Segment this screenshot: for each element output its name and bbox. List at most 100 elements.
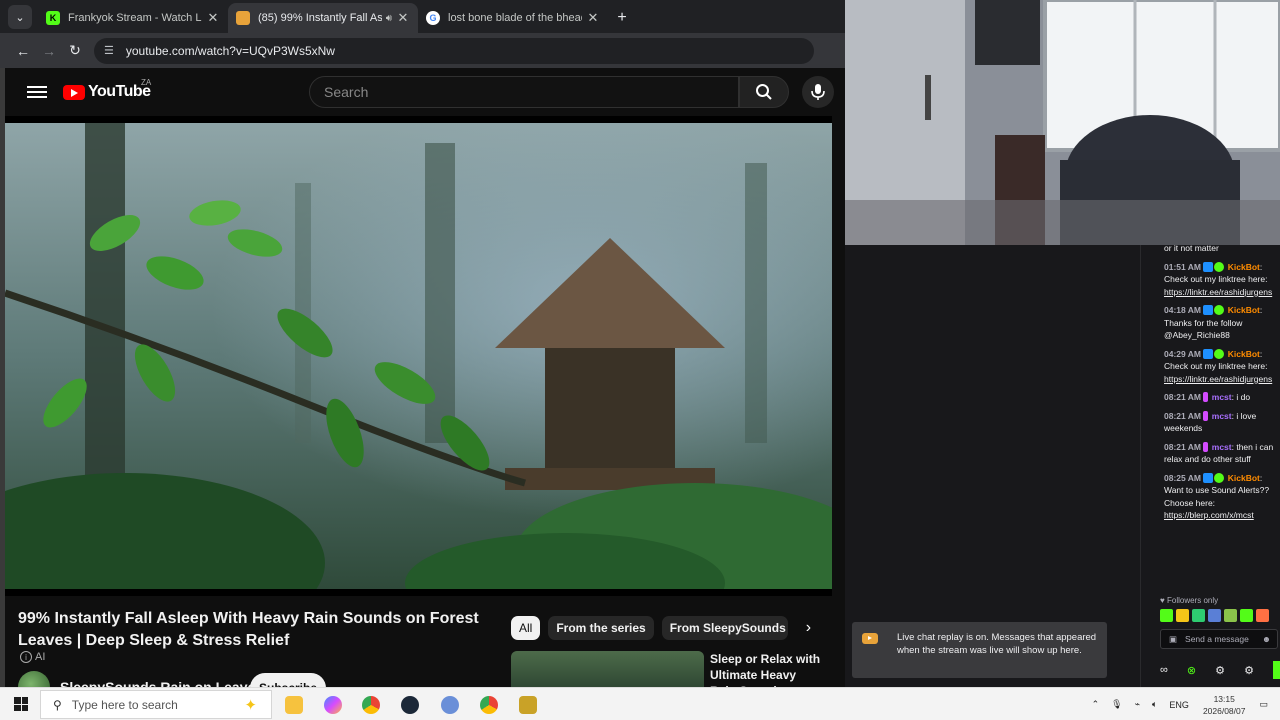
close-icon[interactable]: ✕ bbox=[206, 10, 220, 26]
forward-button[interactable]: → bbox=[36, 43, 62, 59]
message-user[interactable]: KickBot bbox=[1228, 305, 1260, 315]
message-user[interactable]: KickBot bbox=[1228, 473, 1260, 483]
chat-log[interactable]: or it not matter 01:51 AM KickBot: Check… bbox=[1164, 245, 1278, 528]
message-user[interactable]: mcst bbox=[1212, 442, 1232, 452]
settings-icon[interactable]: ⚙ bbox=[1244, 664, 1254, 677]
message-text: Check out my linktree here: bbox=[1164, 361, 1268, 371]
search-icon bbox=[756, 84, 772, 100]
clock[interactable]: 13:15 2026/08/07 bbox=[1203, 693, 1246, 717]
youtube-logo[interactable]: YouTube ZA bbox=[63, 78, 151, 101]
site-settings-icon[interactable]: ☰ bbox=[104, 44, 114, 57]
recommendation-chips: All From the series From SleepySounds Ra… bbox=[511, 616, 811, 640]
info-icon: i bbox=[20, 651, 32, 663]
emote-bar bbox=[1160, 609, 1272, 622]
kick-icon[interactable]: ⊗ bbox=[1187, 664, 1196, 677]
search-placeholder: Search bbox=[324, 84, 369, 100]
chat-send-button[interactable] bbox=[1273, 661, 1280, 679]
user-badge-icon bbox=[1203, 441, 1209, 452]
microphone-icon[interactable]: 🎙︎ bbox=[1111, 699, 1122, 710]
bot-badge-icon bbox=[1203, 348, 1214, 359]
emote-icon[interactable] bbox=[1208, 609, 1221, 622]
network-icon[interactable]: ⌁ bbox=[1135, 699, 1140, 710]
game-app-icon[interactable] bbox=[519, 696, 537, 714]
chevron-up-icon[interactable]: ⌃ bbox=[1092, 699, 1100, 710]
chat-mode-icon[interactable]: ▣ bbox=[1169, 634, 1177, 645]
taskbar-search-placeholder: Type here to search bbox=[71, 697, 178, 712]
emote-icon[interactable] bbox=[1240, 609, 1253, 622]
chip-from-series[interactable]: From the series bbox=[548, 616, 654, 640]
volume-icon[interactable]: 🔈︎ bbox=[1152, 699, 1157, 710]
chevron-right-icon[interactable]: › bbox=[806, 619, 811, 637]
close-icon[interactable]: ✕ bbox=[586, 10, 600, 26]
tab-kick-stream[interactable]: K Frankyok Stream - Watch Live o ✕ bbox=[38, 3, 228, 33]
gear-icon[interactable]: ⚙ bbox=[1215, 664, 1225, 677]
sparkle-icon: ✦ bbox=[244, 696, 257, 714]
clock-date: 2026/08/07 bbox=[1202, 705, 1246, 716]
notification-icon[interactable]: ▭ bbox=[1259, 699, 1268, 710]
chrome-icon[interactable] bbox=[362, 696, 380, 714]
language-indicator[interactable]: ENG bbox=[1169, 700, 1189, 710]
chip-from-channel[interactable]: From SleepySounds Ra bbox=[661, 616, 788, 640]
chip-all[interactable]: All bbox=[511, 616, 541, 640]
bot-badge-icon bbox=[1203, 305, 1214, 315]
emote-icon[interactable] bbox=[1224, 609, 1237, 622]
message-user[interactable]: mcst bbox=[1212, 411, 1232, 421]
video-title: 99% Instantly Fall Asleep With Heavy Rai… bbox=[18, 610, 479, 649]
message-link[interactable]: https://linktr.ee/rashidjurgens bbox=[1164, 374, 1272, 384]
emote-icon[interactable] bbox=[1192, 609, 1205, 622]
message-time: 08:25 AM bbox=[1164, 472, 1202, 483]
browser-tab-bar: ⌄ K Frankyok Stream - Watch Live o ✕ (85… bbox=[0, 0, 845, 33]
message-user[interactable]: KickBot bbox=[1228, 349, 1260, 359]
message-link[interactable]: https://linktr.ee/rashidjurgens bbox=[1164, 287, 1272, 297]
verified-badge-icon bbox=[1214, 348, 1225, 359]
message-user[interactable]: mcst bbox=[1212, 392, 1232, 402]
tab-search-button[interactable]: ⌄ bbox=[8, 5, 32, 29]
chat-message: 08:25 AM KickBot: Want to use Sound Aler… bbox=[1164, 472, 1270, 520]
verified-badge-icon bbox=[1214, 472, 1225, 483]
message-time: 04:18 AM bbox=[1164, 305, 1202, 315]
video-player[interactable] bbox=[5, 116, 832, 596]
emote-icon[interactable] bbox=[1160, 609, 1173, 622]
close-icon[interactable]: ✕ bbox=[396, 10, 410, 26]
address-bar[interactable]: ☰ youtube.com/watch?v=UQvP3Ws5xNw bbox=[94, 37, 814, 64]
reload-button[interactable]: ↻ bbox=[62, 42, 88, 59]
copilot-icon[interactable] bbox=[324, 696, 342, 714]
menu-icon[interactable] bbox=[27, 83, 47, 101]
steam-icon[interactable] bbox=[401, 696, 419, 714]
message-link[interactable]: https://blerp.com/x/mcst bbox=[1164, 510, 1254, 520]
chrome-profile-icon[interactable] bbox=[480, 696, 498, 714]
tab-title: lost bone blade of the bheaded bbox=[448, 12, 582, 24]
replay-notice: Live chat replay is on. Messages that ap… bbox=[852, 622, 1107, 678]
speaker-icon[interactable]: 🔊︎ bbox=[386, 13, 392, 24]
chat-panel: or it not matter 01:51 AM KickBot: Check… bbox=[1141, 245, 1280, 687]
chat-message: 04:18 AM KickBot: Thanks for the follow … bbox=[1164, 305, 1263, 340]
chat-input-placeholder: Send a message bbox=[1185, 634, 1249, 644]
video-thumbnail[interactable] bbox=[511, 651, 704, 691]
ai-badge[interactable]: i AI bbox=[20, 651, 45, 663]
file-explorer-icon[interactable] bbox=[285, 696, 303, 714]
emoji-icon[interactable]: ☻ bbox=[1262, 634, 1271, 644]
new-tab-button[interactable]: + bbox=[608, 9, 636, 27]
taskbar-search-input[interactable]: ⚲ Type here to search ✦ bbox=[40, 690, 272, 719]
bot-badge-icon bbox=[1203, 472, 1214, 483]
emote-icon[interactable] bbox=[1176, 609, 1189, 622]
tab-google-search[interactable]: G lost bone blade of the bheaded ✕ bbox=[418, 3, 608, 33]
search-button[interactable] bbox=[739, 76, 789, 108]
chat-message-input[interactable]: ▣ Send a message ☻ bbox=[1160, 629, 1278, 649]
voice-search-button[interactable] bbox=[802, 76, 834, 108]
chat-message: 04:29 AM KickBot: Check out my linktree … bbox=[1164, 348, 1273, 384]
microphone-icon bbox=[811, 84, 825, 100]
back-button[interactable]: ← bbox=[10, 43, 36, 59]
youtube-icon bbox=[862, 633, 878, 644]
emote-icon[interactable] bbox=[1256, 609, 1269, 622]
windows-start-icon[interactable] bbox=[14, 697, 28, 711]
windows-taskbar: ⚲ Type here to search ✦ ⌃ 🎙︎ ⌁ 🔈︎ ENG 13… bbox=[0, 687, 1280, 720]
tab-youtube[interactable]: (85) 99% Instantly Fall Asle 🔊︎ ✕ bbox=[228, 3, 418, 33]
message-user[interactable]: KickBot bbox=[1228, 262, 1260, 272]
google-icon: G bbox=[426, 11, 440, 25]
chat-message-fragment: or it not matter bbox=[1164, 245, 1219, 253]
search-input[interactable]: Search bbox=[309, 76, 739, 108]
message-text: i do bbox=[1236, 392, 1251, 402]
points-icon[interactable]: ∞ bbox=[1160, 664, 1168, 676]
snipping-tool-icon[interactable] bbox=[441, 696, 459, 714]
